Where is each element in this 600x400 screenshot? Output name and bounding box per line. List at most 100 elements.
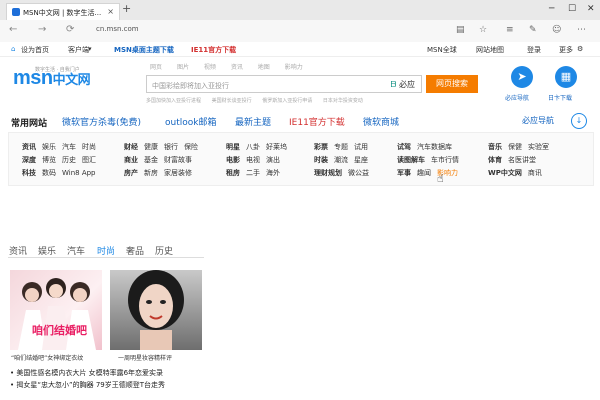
category-link[interactable]: 车市行情 [431,156,459,164]
category-link[interactable]: 星座 [354,156,368,164]
category-link[interactable]: 时尚 [82,143,96,151]
category-link[interactable]: 军事 [397,169,411,177]
web-search-button[interactable]: 网页搜索 [426,75,478,93]
set-homepage-link[interactable]: 设为首页 [21,45,49,55]
category-link[interactable]: 历史 [62,156,76,164]
reading-view-icon[interactable]: ▤ [456,25,465,35]
fashion-image-star[interactable] [110,270,202,350]
category-link[interactable]: 电影 [226,156,240,164]
hot-search-link[interactable]: 美国财长谈亚投行 [212,98,252,104]
common-link[interactable]: 最新主题 [235,115,271,128]
category-link[interactable]: 新房 [144,169,158,177]
category-link[interactable]: 财富故事 [164,156,192,164]
category-link[interactable]: 家居装修 [164,169,192,177]
category-link[interactable]: 趣闻 [417,169,431,177]
category-link[interactable]: 音乐 [488,143,502,151]
category-link[interactable]: 房产 [124,169,138,177]
grid-icon[interactable]: ▦ [555,66,577,88]
news-item[interactable]: 美国性感名模内衣大片 女模特率露6年恋爱实录 [10,368,163,378]
tab-news[interactable]: 资讯 [9,244,27,257]
search-input[interactable]: 中国彩绘即将加入亚投行 ᗷ 必应 [146,75,422,93]
client-link[interactable]: 客户端 [68,45,89,55]
category-link[interactable]: 专题 [334,143,348,151]
category-link[interactable]: 海外 [266,169,280,177]
more-options-icon[interactable]: ⋯ [577,25,586,35]
category-link[interactable]: 财经 [124,143,138,151]
category-link[interactable]: 健康 [144,143,158,151]
category-link[interactable]: 商业 [124,156,138,164]
category-link[interactable]: 时装 [314,156,328,164]
close-window-icon[interactable]: ✕ [587,4,595,14]
search-tab[interactable]: 视频 [204,64,216,71]
category-link[interactable]: 博览 [42,156,56,164]
image-caption[interactable]: 一周明星妆容精样评 [118,353,172,362]
category-link[interactable]: 基金 [144,156,158,164]
category-link[interactable]: 科技 [22,169,36,177]
tab-entertainment[interactable]: 娱乐 [38,244,56,257]
more-link[interactable]: 更多 [559,45,573,55]
category-link[interactable]: 名医讲堂 [508,156,536,164]
common-link[interactable]: IE11官方下载 [289,115,345,128]
tab-fashion[interactable]: 时尚 [97,244,115,257]
category-link[interactable]: 试用 [354,143,368,151]
web-note-icon[interactable]: ✎ [529,25,537,35]
category-link[interactable]: 租房 [226,169,240,177]
ie11-download-link[interactable]: IE11官方下载 [191,45,236,55]
category-link[interactable]: 银行 [164,143,178,151]
search-tab[interactable]: 网页 [150,64,162,71]
category-link[interactable]: 试驾 [397,143,411,151]
category-link[interactable]: 商讯 [528,169,542,177]
desktop-theme-download-link[interactable]: MSN桌面主题下载 [114,45,174,55]
category-link[interactable]: 电视 [246,156,260,164]
category-link[interactable]: 微公益 [348,169,369,177]
category-link[interactable]: 读图解车 [397,156,425,164]
hot-search-link[interactable]: 多国加快加入亚投行进程 [146,98,201,104]
refresh-icon[interactable]: ⟳ [66,24,74,35]
category-link[interactable]: 资讯 [22,143,36,151]
msn-global-link[interactable]: MSN全球 [427,45,457,55]
sitemap-link[interactable]: 网站地图 [476,45,504,55]
category-link[interactable]: 八卦 [246,143,260,151]
common-link[interactable]: 微软官方杀毒(免费) [62,115,141,128]
image-caption[interactable]: “咱们结婚吧”女神绑定衣纹 [11,353,83,362]
search-tab[interactable]: 地图 [258,64,270,71]
search-tab[interactable]: 图片 [177,64,189,71]
hub-icon[interactable]: ≡ [506,25,514,35]
category-link[interactable]: 汽车数据库 [417,143,452,151]
login-link[interactable]: 登录 [527,45,541,55]
category-link[interactable]: 明星 [226,143,240,151]
category-link[interactable]: 深度 [22,156,36,164]
compass-icon[interactable]: ➤ [511,66,533,88]
category-link[interactable]: 二手 [246,169,260,177]
search-tab[interactable]: 资讯 [231,64,243,71]
down-arrow-icon[interactable]: ↓ [571,113,587,129]
address-bar[interactable]: cn.msn.com [96,25,139,33]
tab-auto[interactable]: 汽车 [67,244,85,257]
client-dropdown-icon[interactable]: ▾ [88,45,92,53]
bing-nav-link[interactable]: 必应导航 [522,115,554,126]
bing-nav-label[interactable]: 必应导航 [505,93,529,102]
search-tab[interactable]: 影响力 [285,64,303,71]
share-icon[interactable]: ☺ [552,25,561,35]
category-link[interactable]: 娱乐 [42,143,56,151]
category-link[interactable]: WP中文网 [488,169,522,177]
category-link[interactable]: Win8 App [62,169,96,177]
category-link[interactable]: 保险 [184,143,198,151]
hot-search-link[interactable]: 日本对华投资变动 [323,98,363,104]
category-link[interactable]: 理财规划 [314,169,342,177]
category-link[interactable]: 数码 [42,169,56,177]
category-link[interactable]: 好莱坞 [266,143,287,151]
common-link[interactable]: 微软商城 [363,115,399,128]
maximize-icon[interactable]: ☐ [568,4,576,14]
category-link[interactable]: 图汇 [82,156,96,164]
category-link[interactable]: 汽车 [62,143,76,151]
category-link[interactable]: 保健 [508,143,522,151]
close-tab-icon[interactable]: × [107,7,114,16]
category-link[interactable]: 潮流 [334,156,348,164]
settings-icon[interactable]: ⚙ [577,45,583,53]
news-item[interactable]: 揭女星“忠大忽小”的胸器 79岁王德顺登T台走秀 [10,380,165,390]
favorite-star-icon[interactable]: ☆ [479,25,487,35]
tab-history[interactable]: 历史 [155,244,173,257]
download-label[interactable]: 日卞下载 [548,93,572,102]
common-link[interactable]: outlook邮箱 [165,115,216,128]
